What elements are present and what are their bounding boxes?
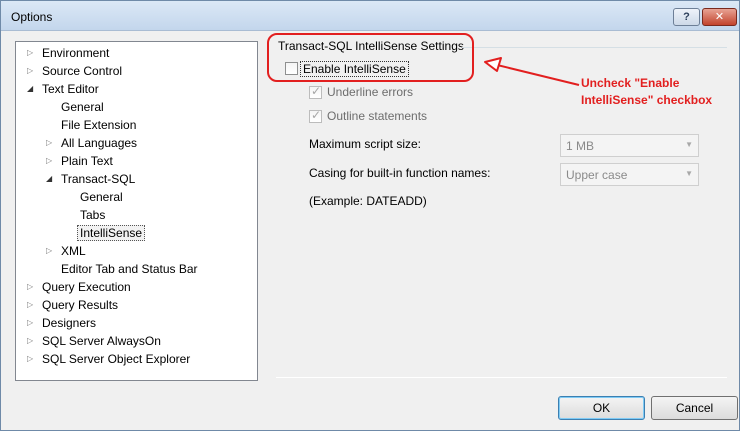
tree-item-sql-server-object-explorer[interactable]: ▷ SQL Server Object Explorer (27, 350, 190, 368)
expand-arrow-icon[interactable]: ▷ (46, 134, 58, 152)
expand-arrow-icon[interactable]: ▷ (27, 332, 39, 350)
tree-item-file-extension[interactable]: File Extension (61, 116, 136, 134)
tree-item-text-editor[interactable]: ◢ Text Editor (27, 80, 99, 98)
expand-arrow-icon[interactable]: ▷ (46, 152, 58, 170)
dropdown-arrow-icon: ▼ (685, 140, 693, 149)
expand-arrow-icon[interactable]: ▷ (27, 62, 39, 80)
outline-statements-checkbox[interactable]: ✓ (309, 108, 322, 123)
options-dialog: Options ? ✕ ▷ Environment ▷ Source Contr… (0, 0, 740, 431)
tree-item-text-editor-general[interactable]: General (61, 98, 104, 116)
tree-item-xml[interactable]: ▷ XML (46, 242, 86, 260)
casing-label: Casing for built-in function names: (309, 166, 491, 180)
annotation-highlight-box (267, 33, 474, 82)
help-button[interactable]: ? (673, 8, 700, 26)
casing-select[interactable]: Upper case ▼ (560, 163, 699, 186)
tree-item-query-execution[interactable]: ▷ Query Execution (27, 278, 131, 296)
expand-arrow-icon[interactable]: ▷ (27, 296, 39, 314)
dialog-title: Options (11, 10, 53, 24)
collapse-arrow-icon[interactable]: ◢ (46, 170, 58, 188)
tree-item-query-results[interactable]: ▷ Query Results (27, 296, 118, 314)
max-script-size-select[interactable]: 1 MB ▼ (560, 134, 699, 157)
max-script-size-label: Maximum script size: (309, 137, 422, 151)
tree-item-editor-tab-status-bar[interactable]: Editor Tab and Status Bar (61, 260, 198, 278)
title-bar[interactable]: Options ? ✕ (1, 1, 739, 31)
expand-arrow-icon[interactable]: ▷ (46, 242, 58, 260)
tree-item-source-control[interactable]: ▷ Source Control (27, 62, 122, 80)
expand-arrow-icon[interactable]: ▷ (27, 44, 39, 62)
options-tree[interactable]: ▷ Environment ▷ Source Control ◢ Text Ed… (15, 41, 258, 381)
expand-arrow-icon[interactable]: ▷ (27, 314, 39, 332)
tree-item-tsql-tabs[interactable]: Tabs (80, 206, 105, 224)
bottom-separator (276, 377, 727, 378)
tree-item-sql-server-alwayson[interactable]: ▷ SQL Server AlwaysOn (27, 332, 161, 350)
tree-item-tsql-intellisense[interactable]: IntelliSense (77, 224, 146, 242)
outline-statements-label[interactable]: Outline statements (327, 109, 427, 123)
underline-errors-label[interactable]: Underline errors (327, 85, 413, 99)
cancel-button[interactable]: Cancel (651, 396, 738, 420)
tree-item-plain-text[interactable]: ▷ Plain Text (46, 152, 113, 170)
group-divider (462, 47, 727, 48)
underline-errors-checkbox[interactable]: ✓ (309, 84, 322, 99)
expand-arrow-icon[interactable]: ▷ (27, 350, 39, 368)
close-button[interactable]: ✕ (702, 8, 737, 26)
checkmark-icon: ✓ (311, 84, 322, 98)
tree-item-designers[interactable]: ▷ Designers (27, 314, 96, 332)
expand-arrow-icon[interactable]: ▷ (27, 278, 39, 296)
annotation-text: Uncheck "Enable IntelliSense" checkbox (581, 76, 713, 107)
tree-item-transact-sql[interactable]: ◢ Transact-SQL (46, 170, 135, 188)
checkmark-icon: ✓ (311, 108, 322, 122)
tree-item-tsql-general[interactable]: General (80, 188, 123, 206)
ok-button[interactable]: OK (558, 396, 645, 420)
annotation-arrow-icon (484, 57, 580, 86)
casing-example: (Example: DATEADD) (309, 194, 427, 208)
collapse-arrow-icon[interactable]: ◢ (27, 80, 39, 98)
dropdown-arrow-icon: ▼ (685, 169, 693, 178)
tree-item-environment[interactable]: ▷ Environment (27, 44, 109, 62)
tree-item-all-languages[interactable]: ▷ All Languages (46, 134, 137, 152)
